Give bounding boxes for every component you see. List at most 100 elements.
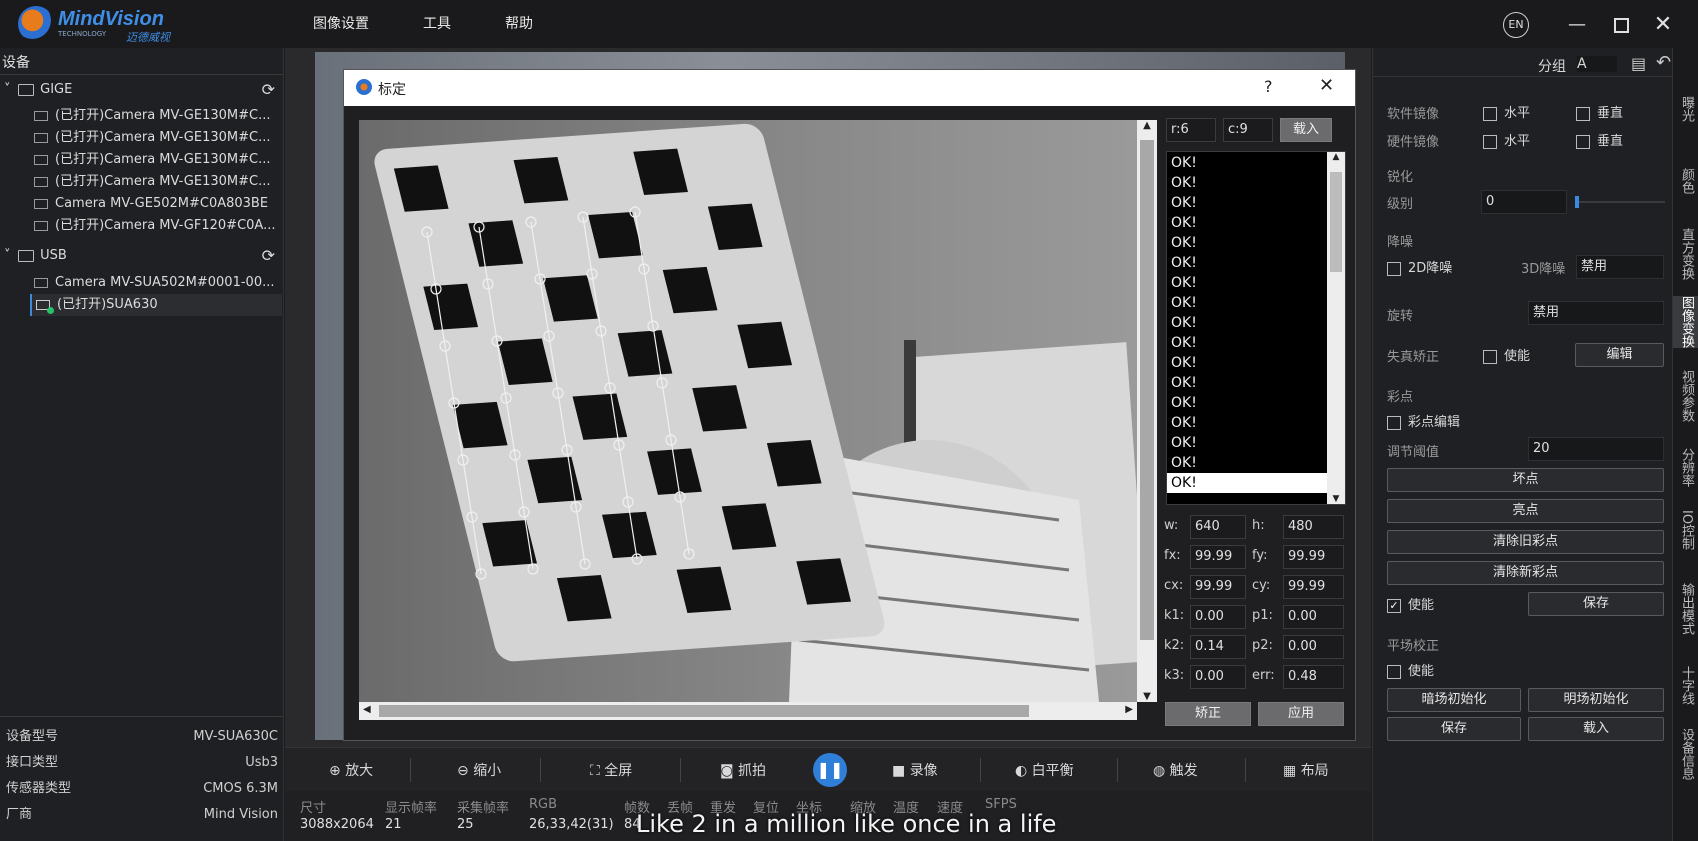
denoise-2d[interactable]: 2D降噪	[1387, 257, 1452, 276]
level-slider[interactable]	[1575, 196, 1665, 208]
record-button[interactable]: ■ 录像	[892, 760, 938, 780]
camera-item[interactable]: (已打开)Camera MV-GF120#C0A...	[34, 215, 275, 237]
vertical-tab[interactable]: 曝光	[1673, 96, 1698, 122]
param-field[interactable]: 0.48	[1283, 665, 1344, 689]
param-field[interactable]: 480	[1283, 515, 1344, 539]
camera-item-selected[interactable]: (已打开)SUA630	[30, 294, 282, 316]
snapshot-button[interactable]: ◙ 抓拍	[720, 760, 766, 780]
result-list-item[interactable]: OK!	[1167, 393, 1327, 413]
vertical-tab[interactable]: 直方变换	[1673, 228, 1698, 280]
trigger-button[interactable]: ◍ 触发	[1153, 760, 1198, 780]
language-button[interactable]: EN	[1503, 12, 1529, 38]
camera-item[interactable]: Camera MV-GE502M#C0A803BE	[34, 193, 275, 215]
help-icon[interactable]: ?	[1264, 77, 1273, 96]
result-list-item[interactable]: OK!	[1167, 293, 1327, 313]
checkbox[interactable]	[1483, 134, 1497, 149]
param-field[interactable]: 640	[1190, 515, 1246, 539]
vertical-tab[interactable]: 颜色	[1673, 168, 1698, 194]
result-list-item[interactable]: OK!	[1167, 213, 1327, 233]
refresh-icon[interactable]: ⟳	[262, 79, 275, 101]
param-field[interactable]: 0.00	[1190, 605, 1246, 629]
result-list-item[interactable]: OK!	[1167, 333, 1327, 353]
result-list-item[interactable]: OK!	[1167, 373, 1327, 393]
soft-mirror-horizontal[interactable]: 水平	[1483, 102, 1530, 121]
hard-mirror-horizontal[interactable]: 水平	[1483, 130, 1530, 149]
clear-old-button[interactable]: 清除旧彩点	[1387, 530, 1664, 554]
color-point-edit[interactable]: 彩点编辑	[1387, 411, 1460, 430]
result-list-item[interactable]: OK!	[1167, 173, 1327, 193]
menu-help[interactable]: 帮助	[505, 13, 533, 33]
param-field[interactable]: 99.99	[1283, 575, 1344, 599]
white-balance-button[interactable]: ◐ 白平衡	[1015, 760, 1074, 780]
hard-mirror-vertical[interactable]: 垂直	[1576, 130, 1623, 149]
vertical-tab[interactable]: 视频参数	[1673, 370, 1698, 422]
layout-button[interactable]: ▦ 布局	[1283, 760, 1329, 780]
group-select[interactable]: A	[1577, 56, 1617, 72]
checkbox[interactable]	[1576, 134, 1590, 149]
flat-save-button[interactable]: 保存	[1387, 717, 1521, 741]
param-field[interactable]: 0.00	[1283, 635, 1344, 659]
result-list[interactable]: OK! OK! OK! OK! OK! OK! OK! OK! OK! OK! OK! OK! OK! O…	[1166, 151, 1346, 505]
checkbox[interactable]	[1483, 349, 1497, 364]
dark-init-button[interactable]: 暗场初始化	[1387, 688, 1521, 712]
checkbox[interactable]	[1387, 261, 1401, 276]
cols-field[interactable]: c:9	[1223, 118, 1273, 142]
checkbox-checked[interactable]: ✓	[1387, 598, 1401, 613]
load-button[interactable]: 载入	[1280, 118, 1332, 142]
flat-field-enable[interactable]: 使能	[1387, 660, 1434, 679]
save-file-icon[interactable]: ▤	[1631, 54, 1646, 73]
vertical-tab[interactable]: IO控制	[1673, 510, 1698, 550]
result-list-item[interactable]: OK!	[1167, 253, 1327, 273]
chevron-down-icon[interactable]: ˅	[4, 79, 14, 101]
camera-item[interactable]: (已打开)Camera MV-GE130M#C...	[34, 127, 275, 149]
vertical-tab[interactable]: 输出模式	[1673, 583, 1698, 635]
vertical-tab[interactable]: 分辨率	[1673, 448, 1698, 487]
result-list-item[interactable]: OK!	[1167, 353, 1327, 373]
camera-item[interactable]: (已打开)Camera MV-GE130M#C...	[34, 105, 275, 127]
result-list-item[interactable]: OK!	[1167, 193, 1327, 213]
dialog-close-icon[interactable]: ✕	[1319, 75, 1334, 96]
distortion-edit-button[interactable]: 编辑	[1575, 343, 1664, 367]
flat-load-button[interactable]: 载入	[1528, 717, 1664, 741]
color-point-enable[interactable]: ✓ 使能	[1387, 594, 1434, 613]
tree-group-usb[interactable]: ˅ USB ⟳	[4, 245, 279, 267]
fullscreen-button[interactable]: ⛶ 全屏	[590, 760, 632, 780]
level-input[interactable]: 0	[1481, 190, 1567, 214]
param-field[interactable]: 0.14	[1190, 635, 1246, 659]
vertical-tab[interactable]: 设备信息	[1673, 728, 1698, 780]
menu-tools[interactable]: 工具	[423, 13, 451, 33]
distortion-enable[interactable]: 使能	[1483, 345, 1530, 364]
image-vertical-scrollbar[interactable]: ▲ ▼	[1137, 120, 1157, 702]
param-field[interactable]: 99.99	[1283, 545, 1344, 569]
camera-item[interactable]: Camera MV-SUA502M#0001-00...	[34, 272, 274, 294]
result-list-item[interactable]: OK!	[1167, 433, 1327, 453]
minimize-icon[interactable]: —	[1564, 12, 1590, 38]
threshold-input[interactable]: 20	[1528, 437, 1664, 461]
refresh-icon[interactable]: ⟳	[262, 245, 275, 267]
apply-button[interactable]: 应用	[1258, 702, 1344, 726]
param-field[interactable]: 0.00	[1190, 665, 1246, 689]
result-list-item[interactable]: OK!	[1167, 473, 1327, 493]
image-horizontal-scrollbar[interactable]: ◀ ▶	[359, 702, 1137, 720]
color-point-save-button[interactable]: 保存	[1528, 592, 1664, 616]
camera-item[interactable]: (已打开)Camera MV-GE130M#C...	[34, 171, 275, 193]
checkbox[interactable]	[1576, 106, 1590, 121]
checkbox[interactable]	[1483, 106, 1497, 121]
camera-item[interactable]: (已打开)Camera MV-GE130M#C...	[34, 149, 275, 171]
checkbox[interactable]	[1387, 415, 1401, 430]
soft-mirror-vertical[interactable]: 垂直	[1576, 102, 1623, 121]
result-list-item[interactable]: OK!	[1167, 413, 1327, 433]
result-list-item[interactable]: OK!	[1167, 313, 1327, 333]
list-scrollbar[interactable]: ▲ ▼	[1327, 152, 1345, 504]
bright-init-button[interactable]: 明场初始化	[1528, 688, 1664, 712]
pause-button[interactable]: ❚❚	[813, 753, 847, 787]
correct-button[interactable]: 矫正	[1165, 702, 1251, 726]
rows-field[interactable]: r:6	[1166, 118, 1216, 142]
zoom-out-button[interactable]: ⊖ 缩小	[457, 760, 501, 780]
result-list-item[interactable]: OK!	[1167, 153, 1327, 173]
zoom-in-button[interactable]: ⊕ 放大	[329, 760, 373, 780]
checkbox[interactable]	[1387, 664, 1401, 679]
chevron-down-icon[interactable]: ˅	[4, 245, 14, 267]
result-list-item[interactable]: OK!	[1167, 273, 1327, 293]
vertical-tab[interactable]: 图像变换	[1673, 296, 1698, 348]
